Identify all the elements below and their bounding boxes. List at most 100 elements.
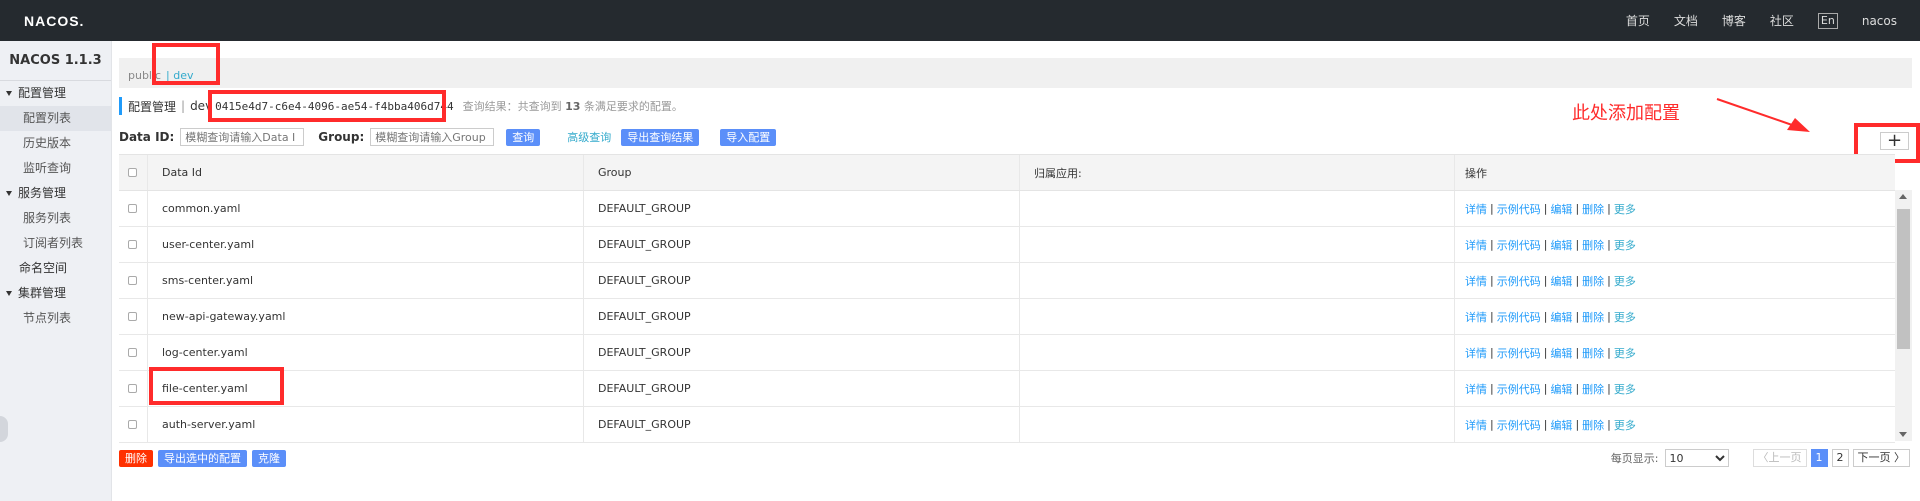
- row-checkbox-cell: [119, 407, 148, 442]
- op-delete-link[interactable]: 删除: [1582, 381, 1604, 397]
- sidebar-item-listener-query[interactable]: 监听查询: [0, 156, 111, 181]
- sidebar-item-subscriber-list[interactable]: 订阅者列表: [0, 231, 111, 256]
- op-delete-link[interactable]: 删除: [1582, 237, 1604, 253]
- cell-ops: 详情 | 示例代码 | 编辑 | 删除 | 更多: [1455, 191, 1895, 226]
- page-title: 配置管理: [128, 99, 177, 114]
- op-detail-link[interactable]: 详情: [1465, 345, 1487, 361]
- sidebar-item-node-list[interactable]: 节点列表: [0, 306, 111, 331]
- nav-community[interactable]: 社区: [1770, 12, 1794, 29]
- op-delete-link[interactable]: 删除: [1582, 273, 1604, 289]
- op-sample-link[interactable]: 示例代码: [1497, 345, 1541, 361]
- delete-selected-button[interactable]: 删除: [119, 450, 153, 467]
- op-sample-link[interactable]: 示例代码: [1497, 381, 1541, 397]
- annotation-arrow-icon: [1716, 98, 1810, 132]
- row-checkbox[interactable]: [128, 276, 137, 285]
- row-checkbox[interactable]: [128, 312, 137, 321]
- op-edit-link[interactable]: 编辑: [1550, 309, 1572, 325]
- cell-app: [1020, 371, 1455, 406]
- select-all-checkbox[interactable]: [128, 168, 137, 177]
- op-sample-link[interactable]: 示例代码: [1497, 237, 1541, 253]
- export-selected-button[interactable]: 导出选中的配置: [158, 450, 247, 467]
- op-detail-link[interactable]: 详情: [1465, 417, 1487, 433]
- result-prefix: 查询结果：共查询到: [462, 100, 562, 113]
- caret-down-icon: [6, 91, 12, 96]
- op-edit-link[interactable]: 编辑: [1550, 201, 1572, 217]
- page-size-select[interactable]: 10: [1664, 449, 1729, 467]
- sidebar-item-history[interactable]: 历史版本: [0, 131, 111, 156]
- column-header-dataid[interactable]: Data Id: [148, 155, 584, 190]
- cell-dataid: auth-server.yaml: [148, 407, 584, 442]
- table-scrollbar[interactable]: [1895, 190, 1912, 441]
- nav-home[interactable]: 首页: [1626, 12, 1650, 29]
- row-checkbox-cell: [119, 299, 148, 334]
- user-name[interactable]: nacos: [1862, 14, 1897, 28]
- op-detail-link[interactable]: 详情: [1465, 201, 1487, 217]
- op-more-link[interactable]: 更多: [1614, 381, 1636, 397]
- sidebar-group-config[interactable]: 配置管理: [0, 81, 111, 106]
- sidebar-collapse-handle[interactable]: [0, 416, 8, 442]
- page-1-button[interactable]: 1: [1810, 449, 1828, 467]
- dataid-search-input[interactable]: [180, 128, 305, 146]
- op-sample-link[interactable]: 示例代码: [1497, 417, 1541, 433]
- op-delete-link[interactable]: 删除: [1582, 417, 1604, 433]
- row-checkbox[interactable]: [128, 384, 137, 393]
- op-delete-link[interactable]: 删除: [1582, 309, 1604, 325]
- scroll-thumb[interactable]: [1897, 209, 1910, 349]
- export-query-result-button[interactable]: 导出查询结果: [621, 128, 700, 146]
- row-checkbox[interactable]: [128, 240, 137, 249]
- sidebar-item-service-list[interactable]: 服务列表: [0, 206, 111, 231]
- row-checkbox[interactable]: [128, 348, 137, 357]
- language-switch[interactable]: En: [1817, 12, 1838, 29]
- row-checkbox[interactable]: [128, 204, 137, 213]
- op-detail-link[interactable]: 详情: [1465, 237, 1487, 253]
- page-2-button[interactable]: 2: [1831, 449, 1849, 467]
- scroll-up-icon[interactable]: [1899, 194, 1907, 199]
- op-detail-link[interactable]: 详情: [1465, 381, 1487, 397]
- op-detail-link[interactable]: 详情: [1465, 309, 1487, 325]
- group-search-input[interactable]: [370, 128, 495, 146]
- op-edit-link[interactable]: 编辑: [1550, 345, 1572, 361]
- sidebar-item-config-list[interactable]: 配置列表: [0, 106, 111, 131]
- op-delete-link[interactable]: 删除: [1582, 345, 1604, 361]
- sidebar-group-cluster[interactable]: 集群管理: [0, 281, 111, 306]
- dataid-label: Data ID:: [119, 130, 175, 144]
- op-edit-link[interactable]: 编辑: [1550, 381, 1572, 397]
- cell-dataid: sms-center.yaml: [148, 263, 584, 298]
- row-checkbox[interactable]: [128, 420, 137, 429]
- op-sample-link[interactable]: 示例代码: [1497, 309, 1541, 325]
- column-header-group[interactable]: Group: [584, 155, 1020, 190]
- group-label: Group:: [318, 130, 365, 144]
- op-more-link[interactable]: 更多: [1614, 345, 1636, 361]
- table-body: common.yaml DEFAULT_GROUP 详情 | 示例代码 | 编辑 | 删除 | 更多…: [119, 191, 1895, 443]
- row-checkbox-cell: [119, 227, 148, 262]
- advanced-query-link[interactable]: 高级查询: [567, 129, 611, 145]
- query-button[interactable]: 查询: [506, 128, 541, 146]
- op-edit-link[interactable]: 编辑: [1550, 417, 1572, 433]
- sidebar-group-service[interactable]: 服务管理: [0, 181, 111, 206]
- op-delete-link[interactable]: 删除: [1582, 201, 1604, 217]
- op-more-link[interactable]: 更多: [1614, 273, 1636, 289]
- op-more-link[interactable]: 更多: [1614, 201, 1636, 217]
- next-page-button[interactable]: 下一页 〉: [1852, 449, 1910, 467]
- prev-page-button[interactable]: 〈上一页: [1752, 449, 1807, 467]
- op-sample-link[interactable]: 示例代码: [1497, 273, 1541, 289]
- op-more-link[interactable]: 更多: [1614, 417, 1636, 433]
- cell-group: DEFAULT_GROUP: [584, 227, 1020, 262]
- nav-blog[interactable]: 博客: [1722, 12, 1746, 29]
- clone-button[interactable]: 克隆: [252, 450, 286, 467]
- nacos-logo[interactable]: NACOS.: [24, 13, 84, 29]
- nav-docs[interactable]: 文档: [1674, 12, 1698, 29]
- cell-app: [1020, 227, 1455, 262]
- column-header-app[interactable]: 归属应用:: [1020, 155, 1455, 190]
- op-edit-link[interactable]: 编辑: [1550, 273, 1572, 289]
- op-detail-link[interactable]: 详情: [1465, 273, 1487, 289]
- op-more-link[interactable]: 更多: [1614, 237, 1636, 253]
- op-edit-link[interactable]: 编辑: [1550, 237, 1572, 253]
- op-more-link[interactable]: 更多: [1614, 309, 1636, 325]
- op-separator: |: [1575, 346, 1580, 359]
- op-sample-link[interactable]: 示例代码: [1497, 201, 1541, 217]
- sidebar-item-namespace[interactable]: 命名空间: [0, 256, 111, 281]
- import-config-button[interactable]: 导入配置: [720, 128, 777, 146]
- table-row: auth-server.yaml DEFAULT_GROUP 详情 | 示例代码 | 编辑 |…: [119, 407, 1895, 443]
- scroll-down-icon[interactable]: [1899, 432, 1907, 437]
